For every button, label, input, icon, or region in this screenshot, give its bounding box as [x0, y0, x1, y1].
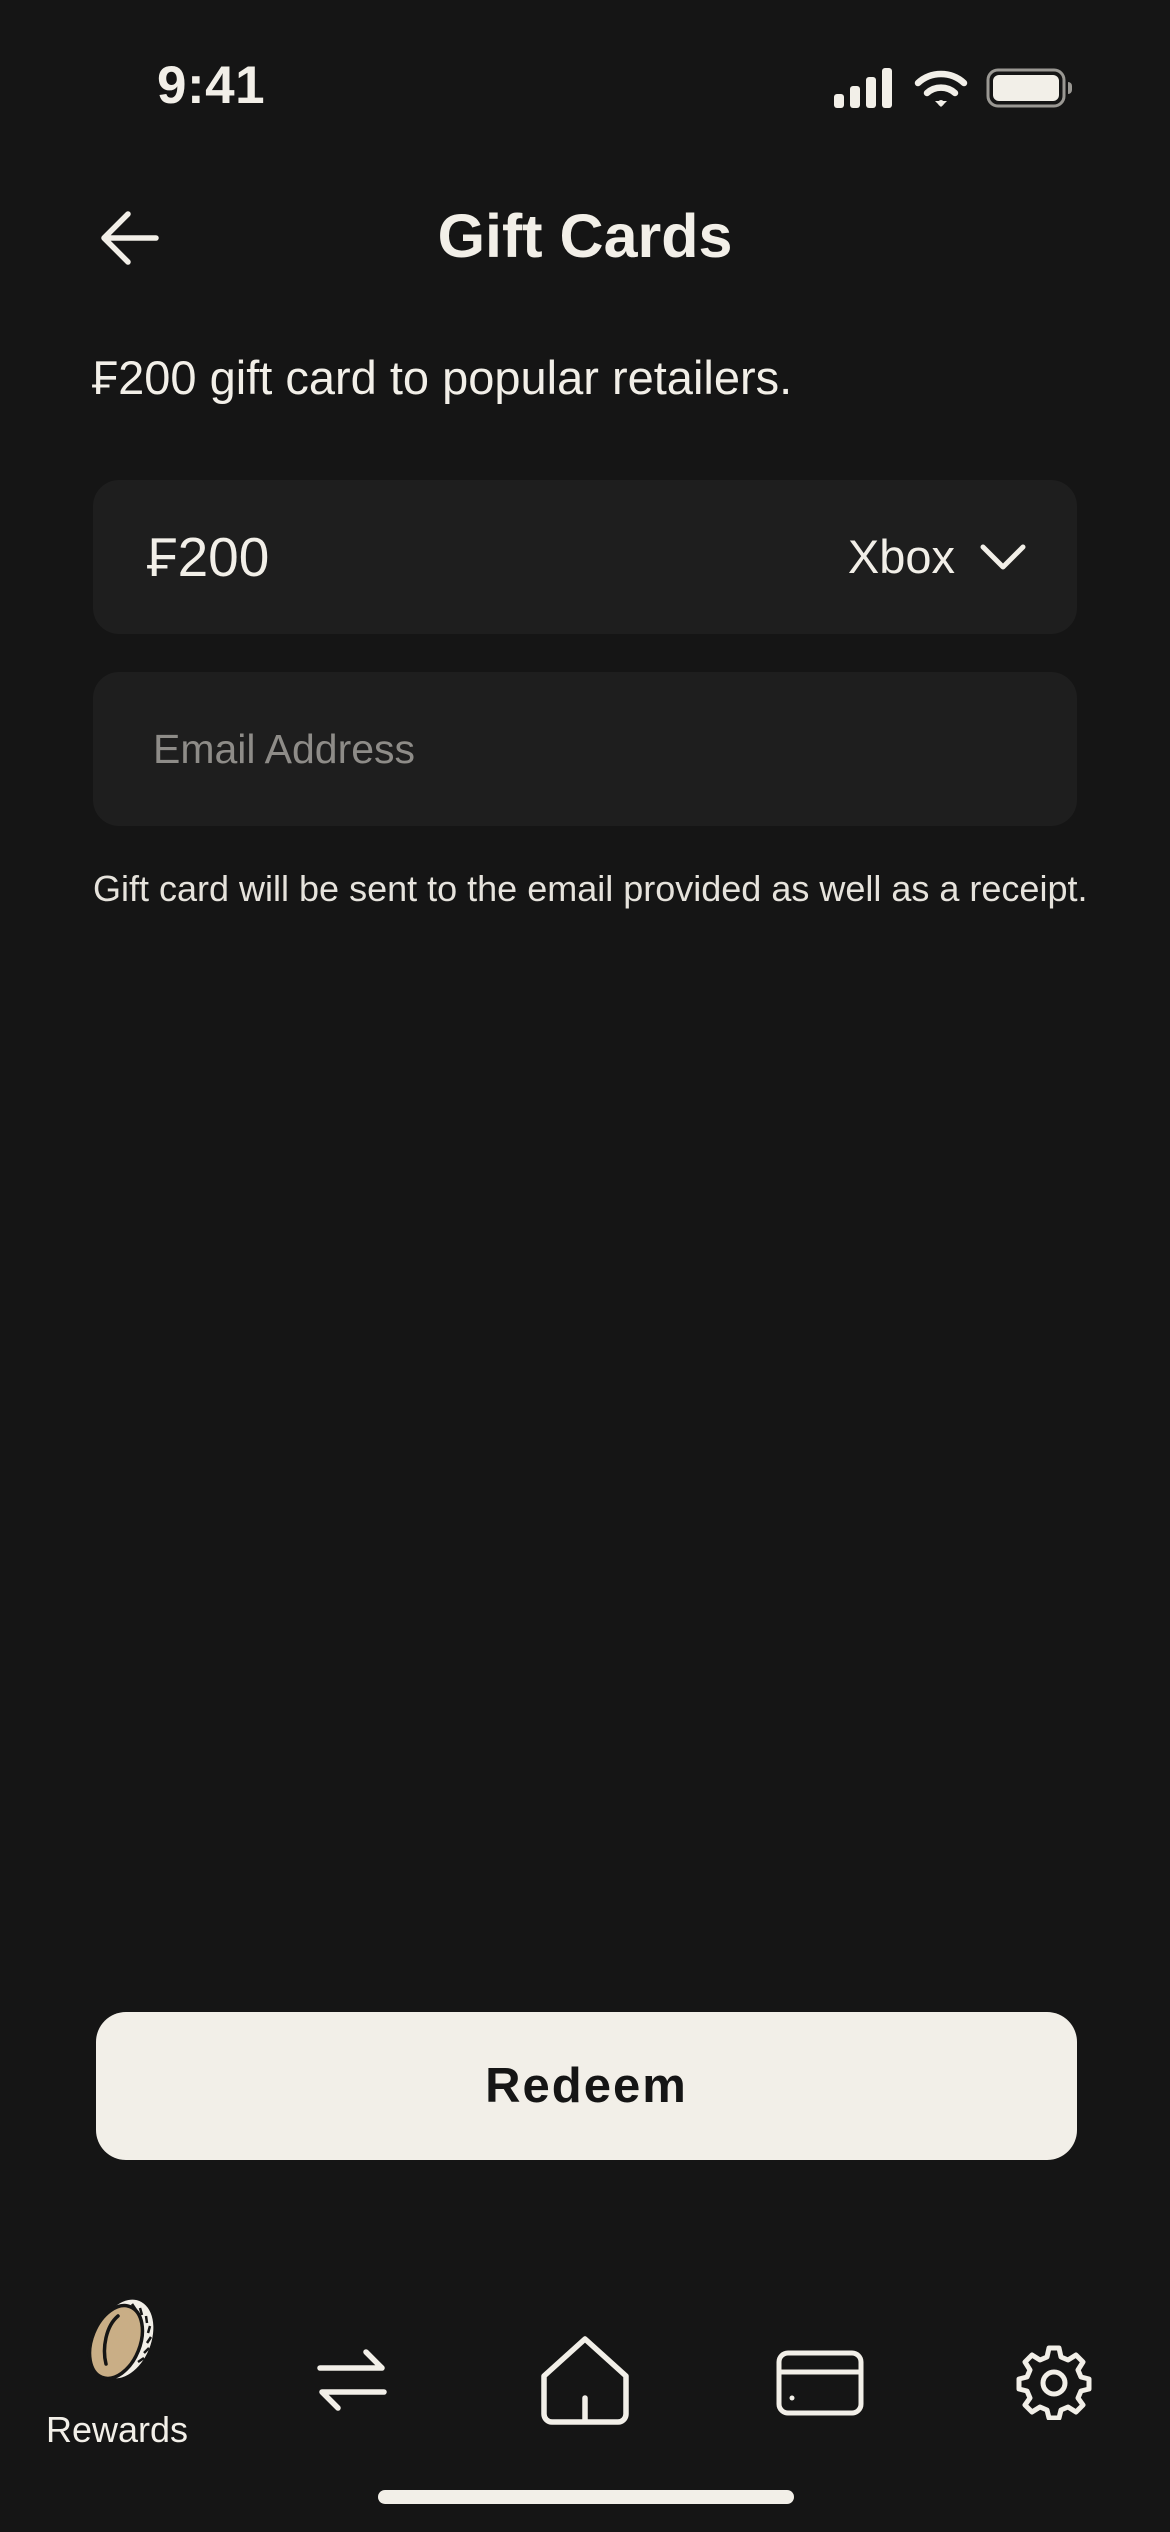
status-time: 9:41 — [157, 56, 266, 115]
coin-icon — [87, 2299, 154, 2381]
page-title: Gift Cards — [437, 202, 733, 270]
home-icon[interactable] — [538, 2334, 632, 2426]
gift-card-selector: ₣200 Xbox — [93, 480, 1077, 634]
page-subtitle: ₣200 gift card to popular retailers. — [92, 351, 793, 404]
battery-icon — [986, 68, 1072, 108]
gear-icon[interactable] — [1016, 2344, 1092, 2420]
email-field[interactable] — [93, 672, 1077, 826]
tab-rewards-label: Rewards — [45, 2409, 189, 2450]
chevron-down-icon — [980, 544, 1026, 570]
cellular-signal-icon — [834, 68, 892, 108]
tab-rewards[interactable]: Rewards — [32, 2296, 202, 2466]
gift-card-amount: ₣200 — [147, 526, 270, 588]
redeem-button[interactable]: Redeem — [96, 2012, 1077, 2160]
wifi-icon — [914, 70, 968, 107]
helper-text: Gift card will be sent to the email prov… — [93, 868, 1088, 909]
status-icons — [834, 68, 1072, 108]
transfer-arrows-icon[interactable] — [312, 2344, 392, 2416]
card-icon[interactable] — [776, 2350, 864, 2416]
retailer-selected-value: Xbox — [847, 530, 955, 583]
retailer-dropdown[interactable]: Xbox — [848, 520, 1027, 594]
home-indicator[interactable] — [378, 2490, 794, 2504]
